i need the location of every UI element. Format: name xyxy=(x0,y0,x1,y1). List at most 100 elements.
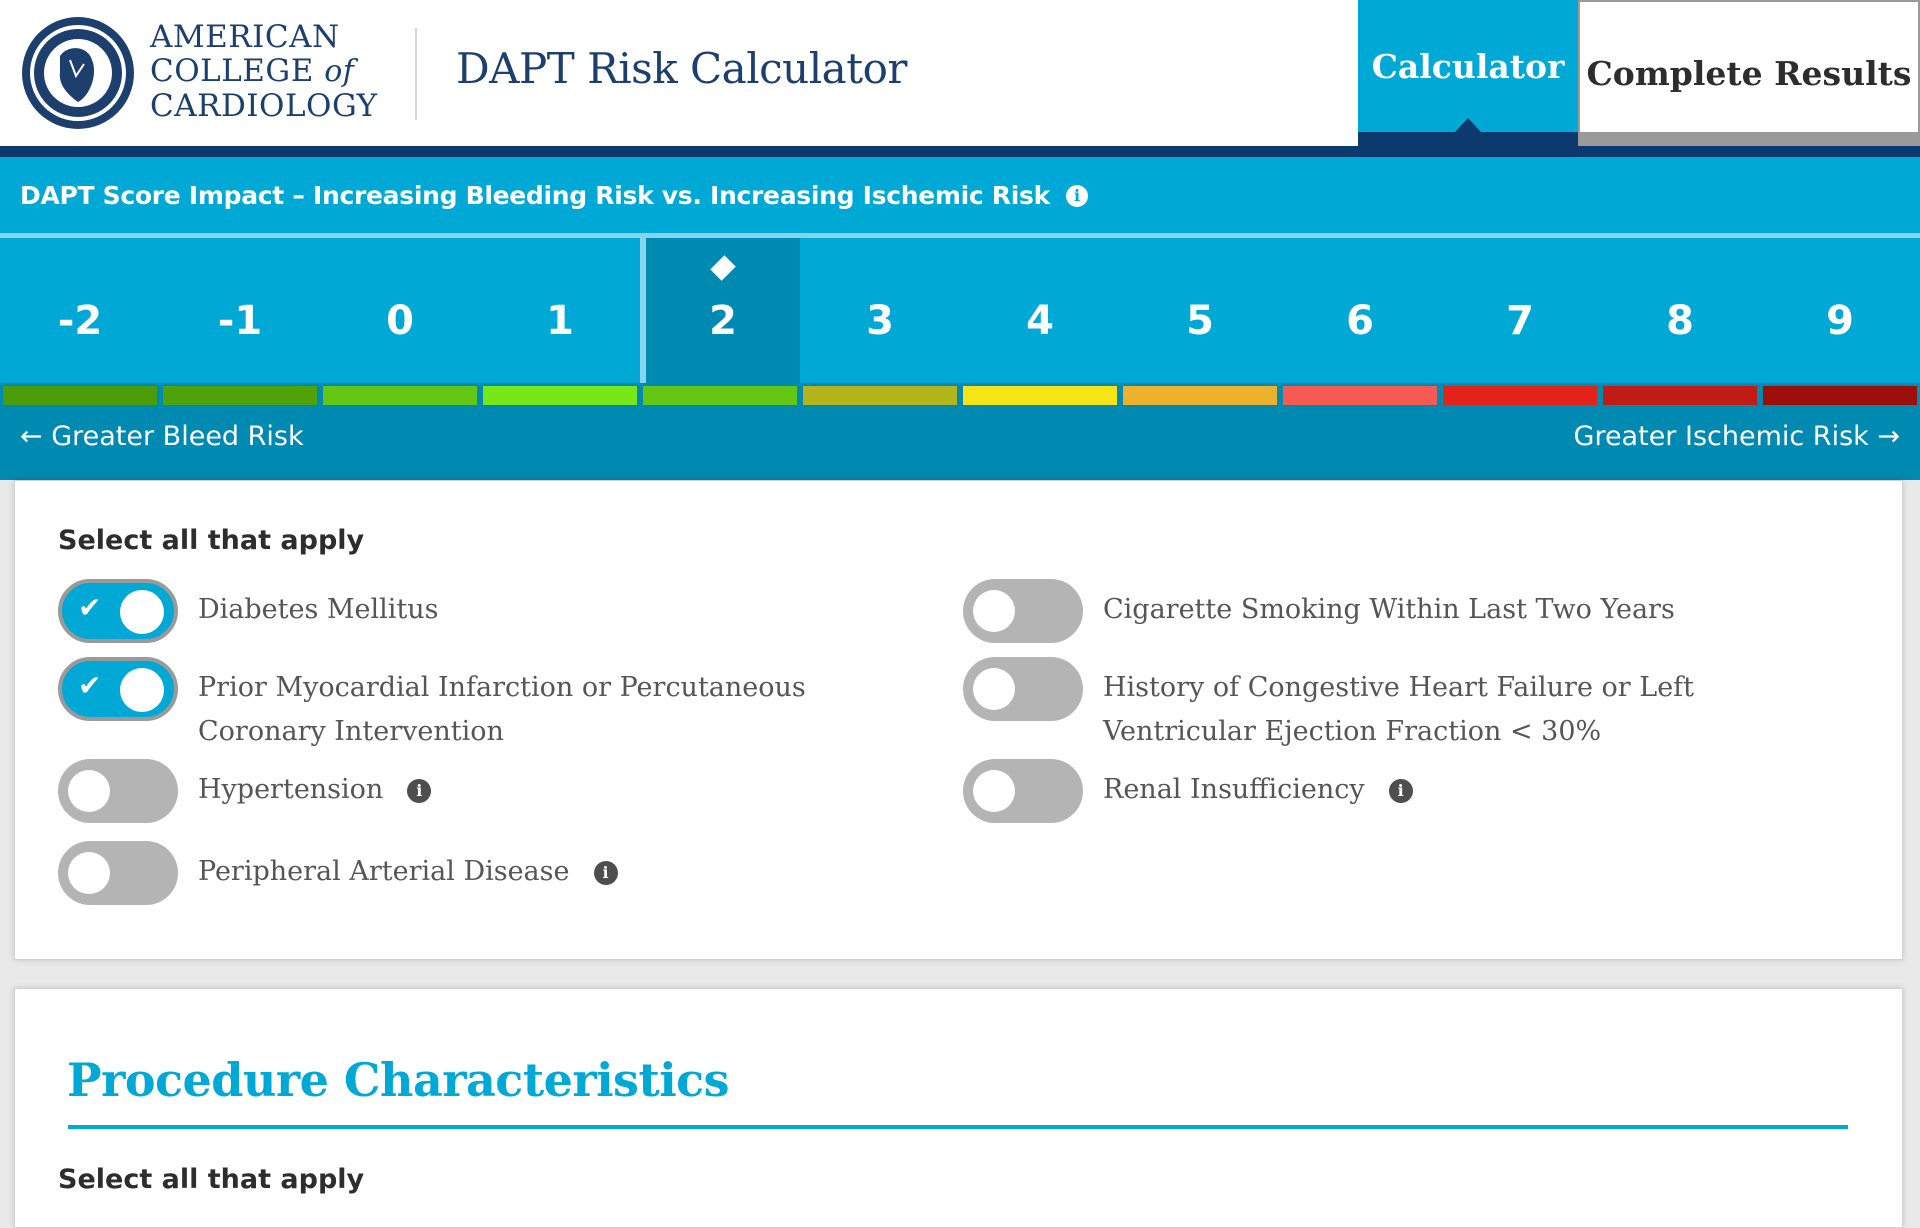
toggle-label[interactable]: Renal Insufficiency i xyxy=(1103,768,1413,812)
select-all-heading: Select all that apply xyxy=(58,1164,365,1195)
score-cell: 6 xyxy=(1280,238,1440,383)
toggle-label[interactable]: Diabetes Mellitus xyxy=(198,588,439,632)
score-value: 8 xyxy=(1666,298,1694,344)
toggle-knob xyxy=(973,668,1015,710)
risk-color-segment xyxy=(643,386,797,405)
toggle-label[interactable]: Hypertension i xyxy=(198,768,432,812)
risk-color-segment xyxy=(1443,386,1597,405)
toggle-item: Cigarette Smoking Within Last Two Years xyxy=(963,579,1823,643)
toggle-knob xyxy=(120,668,164,712)
toggle-switch[interactable] xyxy=(963,759,1083,823)
score-cell: 2 xyxy=(640,238,800,383)
risk-color-segment xyxy=(163,386,317,405)
header-divider xyxy=(415,28,417,120)
score-value: -2 xyxy=(57,298,103,344)
current-score-diamond-icon xyxy=(710,255,736,281)
toggle-item: Hypertension i xyxy=(58,759,918,823)
toggle-switch[interactable] xyxy=(58,759,178,823)
toggle-label[interactable]: History of Congestive Heart Failure or L… xyxy=(1103,666,1823,754)
toggle-label-text: Hypertension xyxy=(198,774,384,805)
score-cell: 5 xyxy=(1120,238,1280,383)
toggle-item: Peripheral Arterial Disease i xyxy=(58,841,918,905)
risk-color-segment xyxy=(1283,386,1437,405)
score-value: 3 xyxy=(866,298,894,344)
risk-color-segment xyxy=(323,386,477,405)
risk-color-segment xyxy=(803,386,957,405)
greater-bleed-risk-label: ← Greater Bleed Risk xyxy=(20,421,304,452)
risk-color-segment xyxy=(1123,386,1277,405)
toggle-knob xyxy=(973,770,1015,812)
score-cell: 8 xyxy=(1600,238,1760,383)
score-cell: 4 xyxy=(960,238,1120,383)
toggle-item: Renal Insufficiency i xyxy=(963,759,1823,823)
score-value: 0 xyxy=(386,298,414,344)
logo-line-1: AMERICAN xyxy=(150,19,340,55)
score-cell: 3 xyxy=(800,238,960,383)
scale-footer: ← Greater Bleed Risk Greater Ischemic Ri… xyxy=(0,407,1920,480)
select-all-heading: Select all that apply xyxy=(58,525,365,556)
score-cell: 9 xyxy=(1760,238,1920,383)
logo-line-3: CARDIOLOGY xyxy=(150,88,378,124)
toggle-label[interactable]: Peripheral Arterial Disease i xyxy=(198,850,618,894)
arrow-left-icon: ← xyxy=(20,421,43,452)
toggle-switch[interactable] xyxy=(963,579,1083,643)
toggle-item: ✔ Prior Myocardial Infarction or Percutan… xyxy=(58,657,918,754)
toggle-switch[interactable]: ✔ xyxy=(58,579,178,643)
toggle-label-text: Peripheral Arterial Disease xyxy=(198,856,570,887)
score-impact-title-text: DAPT Score Impact – Increasing Bleeding … xyxy=(20,181,1050,210)
tab-calculator[interactable]: Calculator xyxy=(1358,0,1578,132)
toggle-knob xyxy=(68,770,110,812)
info-icon[interactable]: i xyxy=(407,779,432,803)
logo-line-of: of xyxy=(324,54,355,89)
toggle-item: ✔ Diabetes Mellitus xyxy=(58,579,918,643)
toggle-label[interactable]: Prior Myocardial Infarction or Percutane… xyxy=(198,666,918,754)
active-tab-caret xyxy=(1455,118,1481,132)
toggle-switch[interactable] xyxy=(58,841,178,905)
toggle-switch[interactable] xyxy=(963,657,1083,721)
check-icon: ✔ xyxy=(78,669,102,702)
score-value: 7 xyxy=(1506,298,1534,344)
acc-logo-text: AMERICAN COLLEGE of CARDIOLOGY xyxy=(150,20,378,123)
tab-calculator-label: Calculator xyxy=(1371,46,1565,86)
risk-color-segment xyxy=(1603,386,1757,405)
score-cell: 1 xyxy=(480,238,640,383)
ischemic-risk-text: Greater Ischemic Risk xyxy=(1573,421,1869,452)
procedure-characteristics-card: Procedure Characteristics Select all tha… xyxy=(14,988,1903,1228)
acc-seal-logo xyxy=(22,17,134,129)
greater-ischemic-risk-label: Greater Ischemic Risk → xyxy=(1574,421,1900,452)
toggle-label-text: Prior Myocardial Infarction or Percutane… xyxy=(198,672,806,747)
score-value: 2 xyxy=(709,298,737,344)
tab-complete-results[interactable]: Complete Results xyxy=(1578,0,1920,146)
risk-color-segment xyxy=(963,386,1117,405)
bleed-risk-text: Greater Bleed Risk xyxy=(51,421,304,452)
toggle-label-text: Cigarette Smoking Within Last Two Years xyxy=(1103,594,1675,625)
risk-color-segment xyxy=(1763,386,1917,405)
info-icon[interactable]: i xyxy=(1388,779,1413,803)
score-cell: 7 xyxy=(1440,238,1600,383)
risk-color-segment xyxy=(483,386,637,405)
check-icon: ✔ xyxy=(78,591,102,624)
risk-color-segment xyxy=(3,386,157,405)
patient-characteristics-card: Select all that apply ✔ Diabetes Mellitus… xyxy=(14,480,1903,960)
info-icon[interactable]: i xyxy=(593,861,618,885)
info-icon[interactable]: i xyxy=(1065,185,1088,207)
app-header: AMERICAN COLLEGE of CARDIOLOGY DAPT Risk… xyxy=(0,0,1920,146)
section-title: Procedure Characteristics xyxy=(67,1053,730,1107)
score-value: 1 xyxy=(546,298,574,344)
toggle-label-text: History of Congestive Heart Failure or L… xyxy=(1103,672,1695,747)
toggle-label-text: Diabetes Mellitus xyxy=(198,594,439,625)
score-value: 6 xyxy=(1346,298,1374,344)
toggle-switch[interactable]: ✔ xyxy=(58,657,178,721)
arrow-right-icon: → xyxy=(1877,421,1900,452)
toggle-label[interactable]: Cigarette Smoking Within Last Two Years xyxy=(1103,588,1675,632)
score-cell: -1 xyxy=(160,238,320,383)
tab-underline xyxy=(1358,132,1578,146)
tab-complete-results-label: Complete Results xyxy=(1586,53,1912,93)
score-value: 4 xyxy=(1026,298,1054,344)
score-scale: -2 -1 0 1 2 3 4 5 6 7 8 9 xyxy=(0,238,1920,383)
score-value: -1 xyxy=(217,298,263,344)
logo-line-2: COLLEGE xyxy=(150,53,314,89)
score-cell: 0 xyxy=(320,238,480,383)
toggle-knob xyxy=(120,590,164,634)
toggle-knob xyxy=(68,852,110,894)
